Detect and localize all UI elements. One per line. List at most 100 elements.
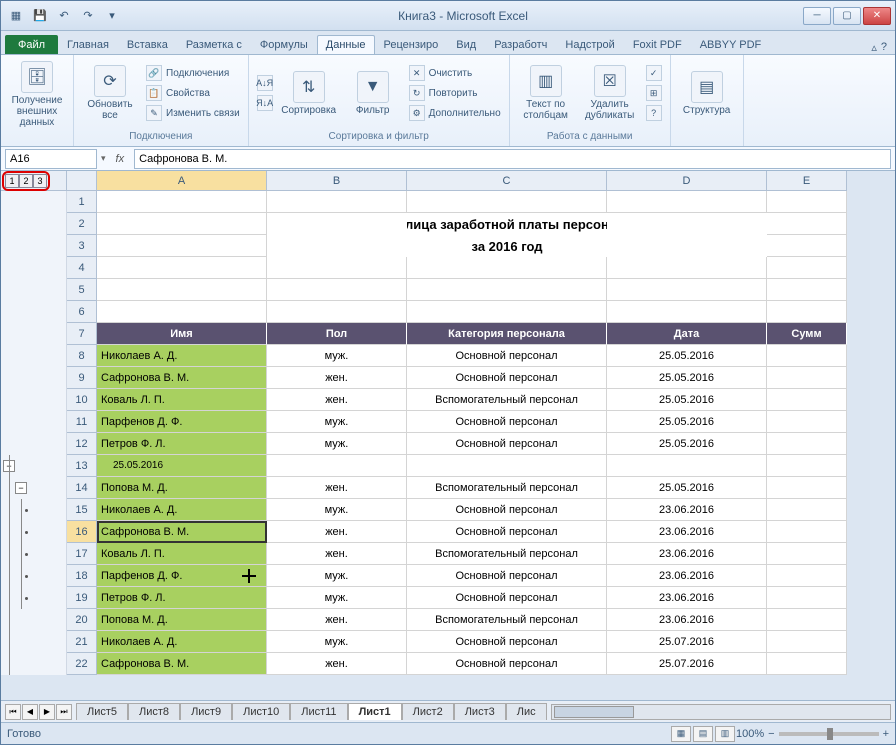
- row-header[interactable]: 10: [67, 389, 97, 411]
- maximize-button[interactable]: ▢: [833, 7, 861, 25]
- properties-button[interactable]: 📋Свойства: [144, 84, 242, 102]
- category-cell[interactable]: Основной персонал: [407, 587, 607, 609]
- name-cell[interactable]: Николаев А. Д.: [97, 631, 267, 653]
- cell[interactable]: [267, 235, 407, 257]
- formula-input[interactable]: [134, 149, 891, 169]
- table-title[interactable]: Таблица заработной платы персонала: [407, 213, 607, 235]
- name-cell[interactable]: Коваль Л. П.: [97, 543, 267, 565]
- date-cell[interactable]: 23.06.2016: [607, 521, 767, 543]
- date-cell[interactable]: 23.06.2016: [607, 499, 767, 521]
- sheet-tab[interactable]: Лист9: [180, 703, 232, 720]
- sex-cell[interactable]: жен.: [267, 477, 407, 499]
- col-header-a[interactable]: A: [97, 171, 267, 191]
- cell[interactable]: [767, 279, 847, 301]
- category-cell[interactable]: Основной персонал: [407, 521, 607, 543]
- sort-az-button[interactable]: А↓Я: [255, 74, 275, 92]
- text-to-columns-button[interactable]: ▥Текст по столбцам: [516, 61, 576, 125]
- col-header-b[interactable]: B: [267, 171, 407, 191]
- tab-abbyy pdf[interactable]: ABBYY PDF: [691, 35, 771, 54]
- redo-button[interactable]: ↷: [77, 5, 99, 27]
- page-break-button[interactable]: ▥: [715, 726, 735, 742]
- cell[interactable]: [97, 279, 267, 301]
- cell[interactable]: [407, 191, 607, 213]
- date-cell[interactable]: 25.05.2016: [607, 433, 767, 455]
- tab-file[interactable]: Файл: [5, 35, 58, 54]
- cell[interactable]: [97, 213, 267, 235]
- row-header[interactable]: 17: [67, 543, 97, 565]
- cell[interactable]: [607, 455, 767, 477]
- cell[interactable]: [267, 279, 407, 301]
- row-header[interactable]: 14: [67, 477, 97, 499]
- namebox-dropdown-icon[interactable]: ▾: [101, 153, 106, 164]
- sex-cell[interactable]: жен.: [267, 389, 407, 411]
- cell[interactable]: [767, 191, 847, 213]
- remove-duplicates-button[interactable]: ☒Удалить дубликаты: [580, 61, 640, 125]
- tab-prev-button[interactable]: ◀: [22, 704, 38, 720]
- cell[interactable]: [767, 609, 847, 631]
- cell[interactable]: [607, 257, 767, 279]
- row-header[interactable]: 1: [67, 191, 97, 213]
- name-cell[interactable]: Николаев А. Д.: [97, 499, 267, 521]
- outline-level-3[interactable]: 3: [33, 174, 47, 188]
- name-cell[interactable]: Петров Ф. Л.: [97, 587, 267, 609]
- date-cell[interactable]: 25.05.2016: [607, 345, 767, 367]
- cell[interactable]: [767, 499, 847, 521]
- tab-надстрой[interactable]: Надстрой: [556, 35, 623, 54]
- row-header[interactable]: 8: [67, 345, 97, 367]
- cell[interactable]: [407, 257, 607, 279]
- external-data-button[interactable]: 🗄Получение внешних данных: [7, 57, 67, 132]
- category-cell[interactable]: Основной персонал: [407, 499, 607, 521]
- col-header-d[interactable]: D: [607, 171, 767, 191]
- tab-главная[interactable]: Главная: [58, 35, 118, 54]
- cell[interactable]: [767, 367, 847, 389]
- tab-рецензиро[interactable]: Рецензиро: [375, 35, 448, 54]
- date-cell[interactable]: 25.05.2016: [607, 389, 767, 411]
- consolidate-button[interactable]: ⊞: [644, 84, 664, 102]
- zoom-slider[interactable]: [779, 732, 879, 736]
- category-cell[interactable]: Основной персонал: [407, 411, 607, 433]
- row-header[interactable]: 5: [67, 279, 97, 301]
- category-cell[interactable]: Вспомогательный персонал: [407, 543, 607, 565]
- cell[interactable]: [767, 345, 847, 367]
- sex-cell[interactable]: жен.: [267, 521, 407, 543]
- row-header[interactable]: 11: [67, 411, 97, 433]
- tab-данные[interactable]: Данные: [317, 35, 375, 54]
- sheet-tab[interactable]: Лист8: [128, 703, 180, 720]
- col-category-header[interactable]: Категория персонала: [407, 323, 607, 345]
- row-header[interactable]: 18: [67, 565, 97, 587]
- tab-вид[interactable]: Вид: [447, 35, 485, 54]
- date-cell[interactable]: 25.05.2016: [607, 477, 767, 499]
- row-header[interactable]: 2: [67, 213, 97, 235]
- cell[interactable]: [767, 257, 847, 279]
- select-all-corner[interactable]: [67, 171, 97, 191]
- cell[interactable]: [767, 587, 847, 609]
- excel-icon[interactable]: ▦: [5, 5, 27, 27]
- sheet-tab[interactable]: Лист3: [454, 703, 506, 720]
- connections-button[interactable]: 🔗Подключения: [144, 64, 242, 82]
- row-header[interactable]: 22: [67, 653, 97, 675]
- cell[interactable]: [767, 565, 847, 587]
- reapply-button[interactable]: ↻Повторить: [407, 84, 503, 102]
- page-layout-button[interactable]: ▤: [693, 726, 713, 742]
- cell[interactable]: [267, 257, 407, 279]
- date-cell[interactable]: 23.06.2016: [607, 609, 767, 631]
- table-subtitle[interactable]: за 2016 год: [407, 235, 607, 257]
- category-cell[interactable]: Основной персонал: [407, 565, 607, 587]
- refresh-all-button[interactable]: ⟳Обновить все: [80, 61, 140, 125]
- tab-foxit pdf[interactable]: Foxit PDF: [624, 35, 691, 54]
- outline-level-1[interactable]: 1: [5, 174, 19, 188]
- sex-cell[interactable]: муж.: [267, 411, 407, 433]
- filter-button[interactable]: ▼Фильтр: [343, 67, 403, 120]
- cell[interactable]: [607, 235, 767, 257]
- tab-last-button[interactable]: ⏭: [56, 704, 72, 720]
- help-icon[interactable]: ?: [881, 41, 887, 54]
- date-cell[interactable]: 23.06.2016: [607, 543, 767, 565]
- sheet-tab[interactable]: Лист10: [232, 703, 290, 720]
- name-box[interactable]: A16: [5, 149, 97, 169]
- sex-cell[interactable]: муж.: [267, 565, 407, 587]
- cell[interactable]: [767, 521, 847, 543]
- row-header[interactable]: 4: [67, 257, 97, 279]
- row-header[interactable]: 6: [67, 301, 97, 323]
- date-cell[interactable]: 25.07.2016: [607, 653, 767, 675]
- cell[interactable]: [607, 301, 767, 323]
